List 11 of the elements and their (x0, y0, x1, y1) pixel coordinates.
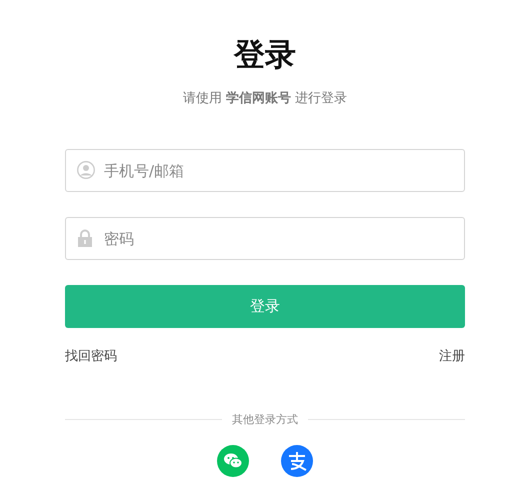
account-field[interactable]: 手机号/邮箱 (65, 149, 465, 192)
divider-label: 其他登录方式 (232, 412, 298, 427)
payment-logo-icon[interactable] (281, 445, 313, 477)
chat-bubbles-icon[interactable] (217, 445, 249, 477)
subtitle: 请使用 学信网账号 进行登录 (182, 90, 348, 108)
page-title: 登录 (232, 36, 297, 75)
forgot-password-link[interactable]: 找回密码 (65, 348, 117, 366)
user-icon (77, 161, 95, 179)
register-link[interactable]: 注册 (439, 348, 465, 366)
lock-icon (77, 229, 93, 247)
password-field[interactable]: 密码 (65, 217, 465, 260)
